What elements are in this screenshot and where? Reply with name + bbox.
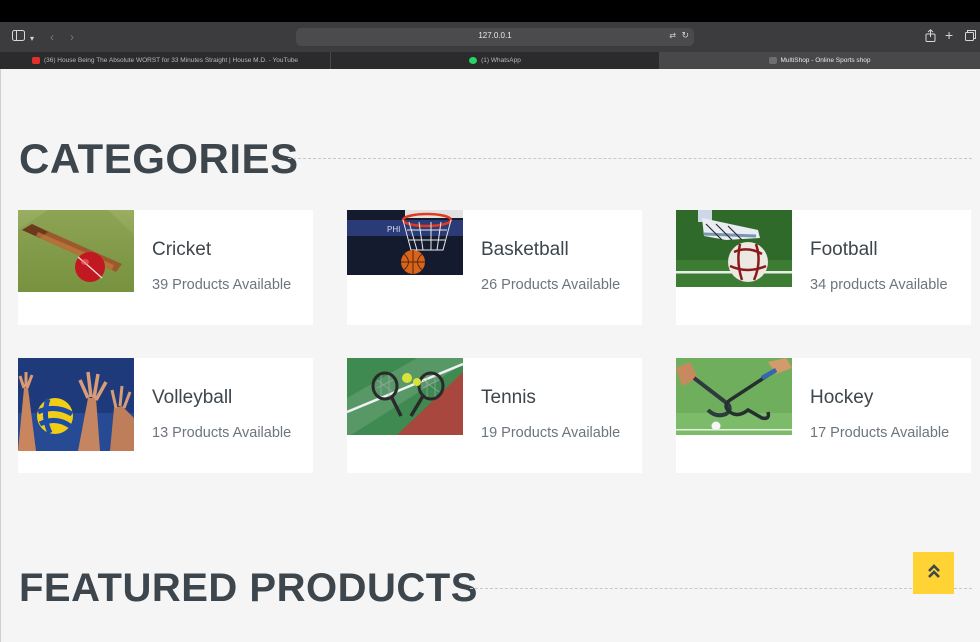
category-card-tennis[interactable]: Tennis 19 Products Available (347, 358, 642, 473)
category-count: 17 Products Available (810, 425, 950, 441)
tab-label: (1) WhatsApp (481, 57, 521, 64)
category-name: Tennis (481, 387, 536, 408)
volleyball-image (18, 358, 134, 451)
category-name: Hockey (810, 387, 874, 408)
share-icon[interactable] (925, 29, 936, 46)
category-name: Volleyball (152, 387, 233, 408)
page-content: CATEGORIES Cricket 39 Products Available (0, 69, 980, 642)
category-count: 13 Products Available (152, 425, 292, 441)
youtube-icon (31, 57, 40, 64)
window-edge (0, 69, 1, 642)
football-image (676, 210, 792, 287)
tennis-image (347, 358, 463, 435)
category-card-basketball[interactable]: PHI Basketball 26 Products Available (347, 210, 642, 325)
featured-products-heading: FEATURED PRODUCTS (19, 566, 478, 610)
chevron-down-icon[interactable]: ▾ (30, 31, 34, 47)
featured-divider (470, 588, 972, 589)
back-icon[interactable]: ‹ (50, 29, 54, 45)
sidebar-icon[interactable] (12, 29, 25, 45)
double-chevron-up-icon (927, 563, 941, 582)
translate-icon[interactable]: ⇄ (669, 31, 676, 40)
category-count: 39 Products Available (152, 277, 292, 293)
category-count: 19 Products Available (481, 425, 621, 441)
forward-icon[interactable]: › (70, 29, 74, 45)
category-card-volleyball[interactable]: Volleyball 13 Products Available (18, 358, 313, 473)
tab-label: MultiShop - Online Sports shop (780, 57, 871, 64)
category-name: Cricket (152, 239, 212, 260)
category-card-hockey[interactable]: Hockey 17 Products Available (676, 358, 971, 473)
tabs-overview-icon[interactable] (965, 29, 976, 45)
categories-heading: CATEGORIES (19, 135, 299, 182)
category-card-cricket[interactable]: Cricket 39 Products Available (18, 210, 313, 325)
reload-icon[interactable]: ↻ (681, 30, 689, 41)
cricket-image (18, 210, 134, 292)
tab-bar: (36) House Being The Absolute WORST for … (0, 52, 980, 69)
tab-whatsapp[interactable]: (1) WhatsApp (331, 52, 659, 69)
category-count: 34 products Available (810, 277, 948, 293)
category-name: Football (810, 239, 878, 260)
new-tab-icon[interactable]: + (945, 27, 953, 43)
category-name: Basketball (481, 239, 569, 260)
address-text: 127.0.0.1 (478, 31, 512, 40)
hockey-image (676, 358, 792, 435)
category-card-football[interactable]: Football 34 products Available (676, 210, 971, 325)
tab-youtube[interactable]: (36) House Being The Absolute WORST for … (0, 52, 330, 69)
basketball-image: PHI (347, 210, 463, 275)
address-bar[interactable]: 127.0.0.1 ⇄ ↻ (296, 28, 694, 46)
screen-top-bar (0, 0, 980, 22)
svg-text:PHI: PHI (387, 225, 400, 234)
category-count: 26 Products Available (481, 277, 621, 293)
categories-divider (288, 158, 972, 159)
multishop-icon (768, 57, 777, 64)
tab-multishop[interactable]: MultiShop - Online Sports shop (659, 52, 980, 69)
back-to-top-button[interactable] (913, 552, 954, 594)
whatsapp-icon (469, 57, 478, 64)
tab-label: (36) House Being The Absolute WORST for … (43, 57, 299, 64)
